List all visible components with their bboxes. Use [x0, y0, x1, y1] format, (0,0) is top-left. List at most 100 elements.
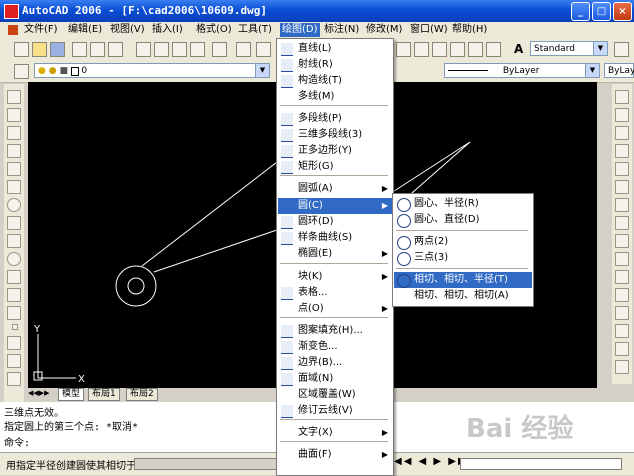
calculator-icon[interactable]	[486, 42, 501, 57]
block-editor-icon[interactable]	[212, 42, 227, 57]
close-button[interactable]: ×	[613, 2, 632, 21]
tangent-line-upper[interactable]	[141, 151, 291, 267]
match-properties-icon[interactable]	[190, 42, 205, 57]
status-scrollbar[interactable]	[460, 458, 622, 470]
linetype-select[interactable]: ByLayer ▼	[444, 63, 600, 78]
draw-menu-item-11[interactable]: 样条曲线(S)	[278, 230, 392, 246]
line-icon[interactable]	[7, 90, 21, 104]
chamfer-icon[interactable]	[615, 324, 629, 338]
join-icon[interactable]	[615, 306, 629, 320]
rotate-icon[interactable]	[615, 198, 629, 212]
draw-menu-item-13[interactable]: 块(K) ▶	[278, 269, 392, 285]
chevron-down-icon[interactable]: ▼	[593, 42, 607, 55]
menu-file[interactable]: 文件(F)	[22, 23, 60, 37]
erase-icon[interactable]	[615, 90, 629, 104]
circle-submenu-item-2[interactable]: 两点(2)	[394, 234, 532, 250]
draw-menu-item-5[interactable]: 三维多段线(3)	[278, 127, 392, 143]
draw-menu-item-1[interactable]: 射线(R)	[278, 57, 392, 73]
xline-icon[interactable]	[7, 108, 21, 122]
circle-submenu-item-1[interactable]: 圆心、直径(D)	[394, 212, 532, 228]
sheet-set-icon[interactable]	[450, 42, 465, 57]
draw-menu-item-4[interactable]: 多段线(P)	[278, 111, 392, 127]
preview-icon[interactable]	[90, 42, 105, 57]
lineweight-select[interactable]: ByLayer	[604, 63, 634, 78]
new-icon[interactable]	[14, 42, 29, 57]
draw-menu-item-9[interactable]: 圆(C) ▶	[278, 198, 392, 214]
mirror-icon[interactable]	[615, 126, 629, 140]
copy-object-icon[interactable]	[615, 108, 629, 122]
revcloud-icon[interactable]	[7, 216, 21, 230]
draw-menu-item-19[interactable]: 面域(N)	[278, 371, 392, 387]
draw-menu-item-12[interactable]: 椭圆(E) ▶	[278, 246, 392, 262]
draw-menu-item-0[interactable]: 直线(L)	[278, 41, 392, 57]
spline-icon[interactable]	[7, 234, 21, 248]
command-prompt[interactable]: 命令:	[4, 434, 30, 449]
media-controls-icon[interactable]: ◀◀ ◀ ▶ ▶▶	[394, 456, 468, 467]
fillet-icon[interactable]	[615, 342, 629, 356]
save-icon[interactable]	[50, 42, 65, 57]
hatch-icon[interactable]	[7, 336, 21, 350]
menu-window[interactable]: 窗口(W)	[408, 23, 450, 37]
open-icon[interactable]	[32, 42, 47, 57]
array-icon[interactable]	[615, 162, 629, 176]
markup-icon[interactable]	[468, 42, 483, 57]
insert-block-icon[interactable]	[7, 288, 21, 302]
menu-dimension[interactable]: 标注(N)	[322, 23, 361, 37]
rectangle-icon[interactable]	[7, 162, 21, 176]
cut-icon[interactable]	[136, 42, 151, 57]
circle-submenu-item-3[interactable]: 三点(3)	[394, 250, 532, 266]
redo-icon[interactable]	[256, 42, 271, 57]
minimize-button[interactable]: _	[571, 2, 590, 21]
layer-select[interactable]: ● ● ■ ■ 0 ▼	[34, 63, 270, 78]
ellipse-icon[interactable]	[7, 252, 21, 266]
polyline-icon[interactable]	[7, 126, 21, 140]
draw-menu-item-3[interactable]: 多线(M)	[278, 89, 392, 105]
draw-menu-item-6[interactable]: 正多边形(Y)	[278, 143, 392, 159]
draw-menu-item-21[interactable]: 修订云线(V)	[278, 403, 392, 419]
draw-menu-item-22[interactable]: 文字(X) ▶	[278, 425, 392, 441]
menu-draw[interactable]: 绘图(D)	[280, 23, 320, 37]
outer-circle[interactable]	[115, 265, 157, 307]
inner-circle[interactable]	[127, 277, 145, 295]
doc-icon[interactable]	[8, 25, 18, 35]
draw-menu-item-20[interactable]: 区域覆盖(W)	[278, 387, 392, 403]
trim-icon[interactable]	[615, 252, 629, 266]
ellipse-arc-icon[interactable]	[7, 270, 21, 284]
draw-menu-item-15[interactable]: 点(O) ▶	[278, 301, 392, 317]
circle-submenu-item-4[interactable]: 相切、相切、半径(T)	[394, 272, 532, 288]
point-icon[interactable]	[12, 324, 18, 330]
chevron-down-icon[interactable]: ▼	[585, 64, 599, 77]
draw-menu-item-23[interactable]: 曲面(F) ▶	[278, 447, 392, 463]
menu-format[interactable]: 格式(O)	[194, 23, 234, 37]
dim-style-icon[interactable]	[614, 42, 629, 57]
make-block-icon[interactable]	[7, 306, 21, 320]
draw-menu-item-18[interactable]: 边界(B)...	[278, 355, 392, 371]
properties-icon[interactable]	[396, 42, 411, 57]
text-style-select[interactable]: Standard ▼	[530, 41, 608, 56]
autocad-app-icon[interactable]	[4, 4, 19, 19]
menu-insert[interactable]: 插入(I)	[150, 23, 185, 37]
chevron-down-icon[interactable]: ▼	[255, 64, 269, 77]
menu-tools[interactable]: 工具(T)	[236, 23, 274, 37]
print-icon[interactable]	[72, 42, 87, 57]
draw-menu-item-10[interactable]: 圆环(D)	[278, 214, 392, 230]
explode-icon[interactable]	[615, 360, 629, 374]
draw-menu-item-16[interactable]: 图案填充(H)...	[278, 323, 392, 339]
copy-icon[interactable]	[154, 42, 169, 57]
polygon-icon[interactable]	[7, 144, 21, 158]
circle-icon[interactable]	[7, 198, 21, 212]
menu-modify[interactable]: 修改(M)	[364, 23, 404, 37]
tab-model[interactable]: 模型	[58, 388, 85, 401]
circle-submenu-item-0[interactable]: 圆心、半径(R)	[394, 196, 532, 212]
undo-icon[interactable]	[236, 42, 251, 57]
extend-icon[interactable]	[615, 270, 629, 284]
draw-menu-item-17[interactable]: 渐变色...	[278, 339, 392, 355]
circle-submenu-item-5[interactable]: 相切、相切、相切(A)	[394, 288, 532, 304]
tab-nav-arrows[interactable]: ◀◀▶▶	[28, 389, 50, 397]
move-icon[interactable]	[615, 180, 629, 194]
offset-icon[interactable]	[615, 144, 629, 158]
draw-menu-item-14[interactable]: 表格...	[278, 285, 392, 301]
design-center-icon[interactable]	[414, 42, 429, 57]
tool-palettes-icon[interactable]	[432, 42, 447, 57]
menu-view[interactable]: 视图(V)	[108, 23, 147, 37]
